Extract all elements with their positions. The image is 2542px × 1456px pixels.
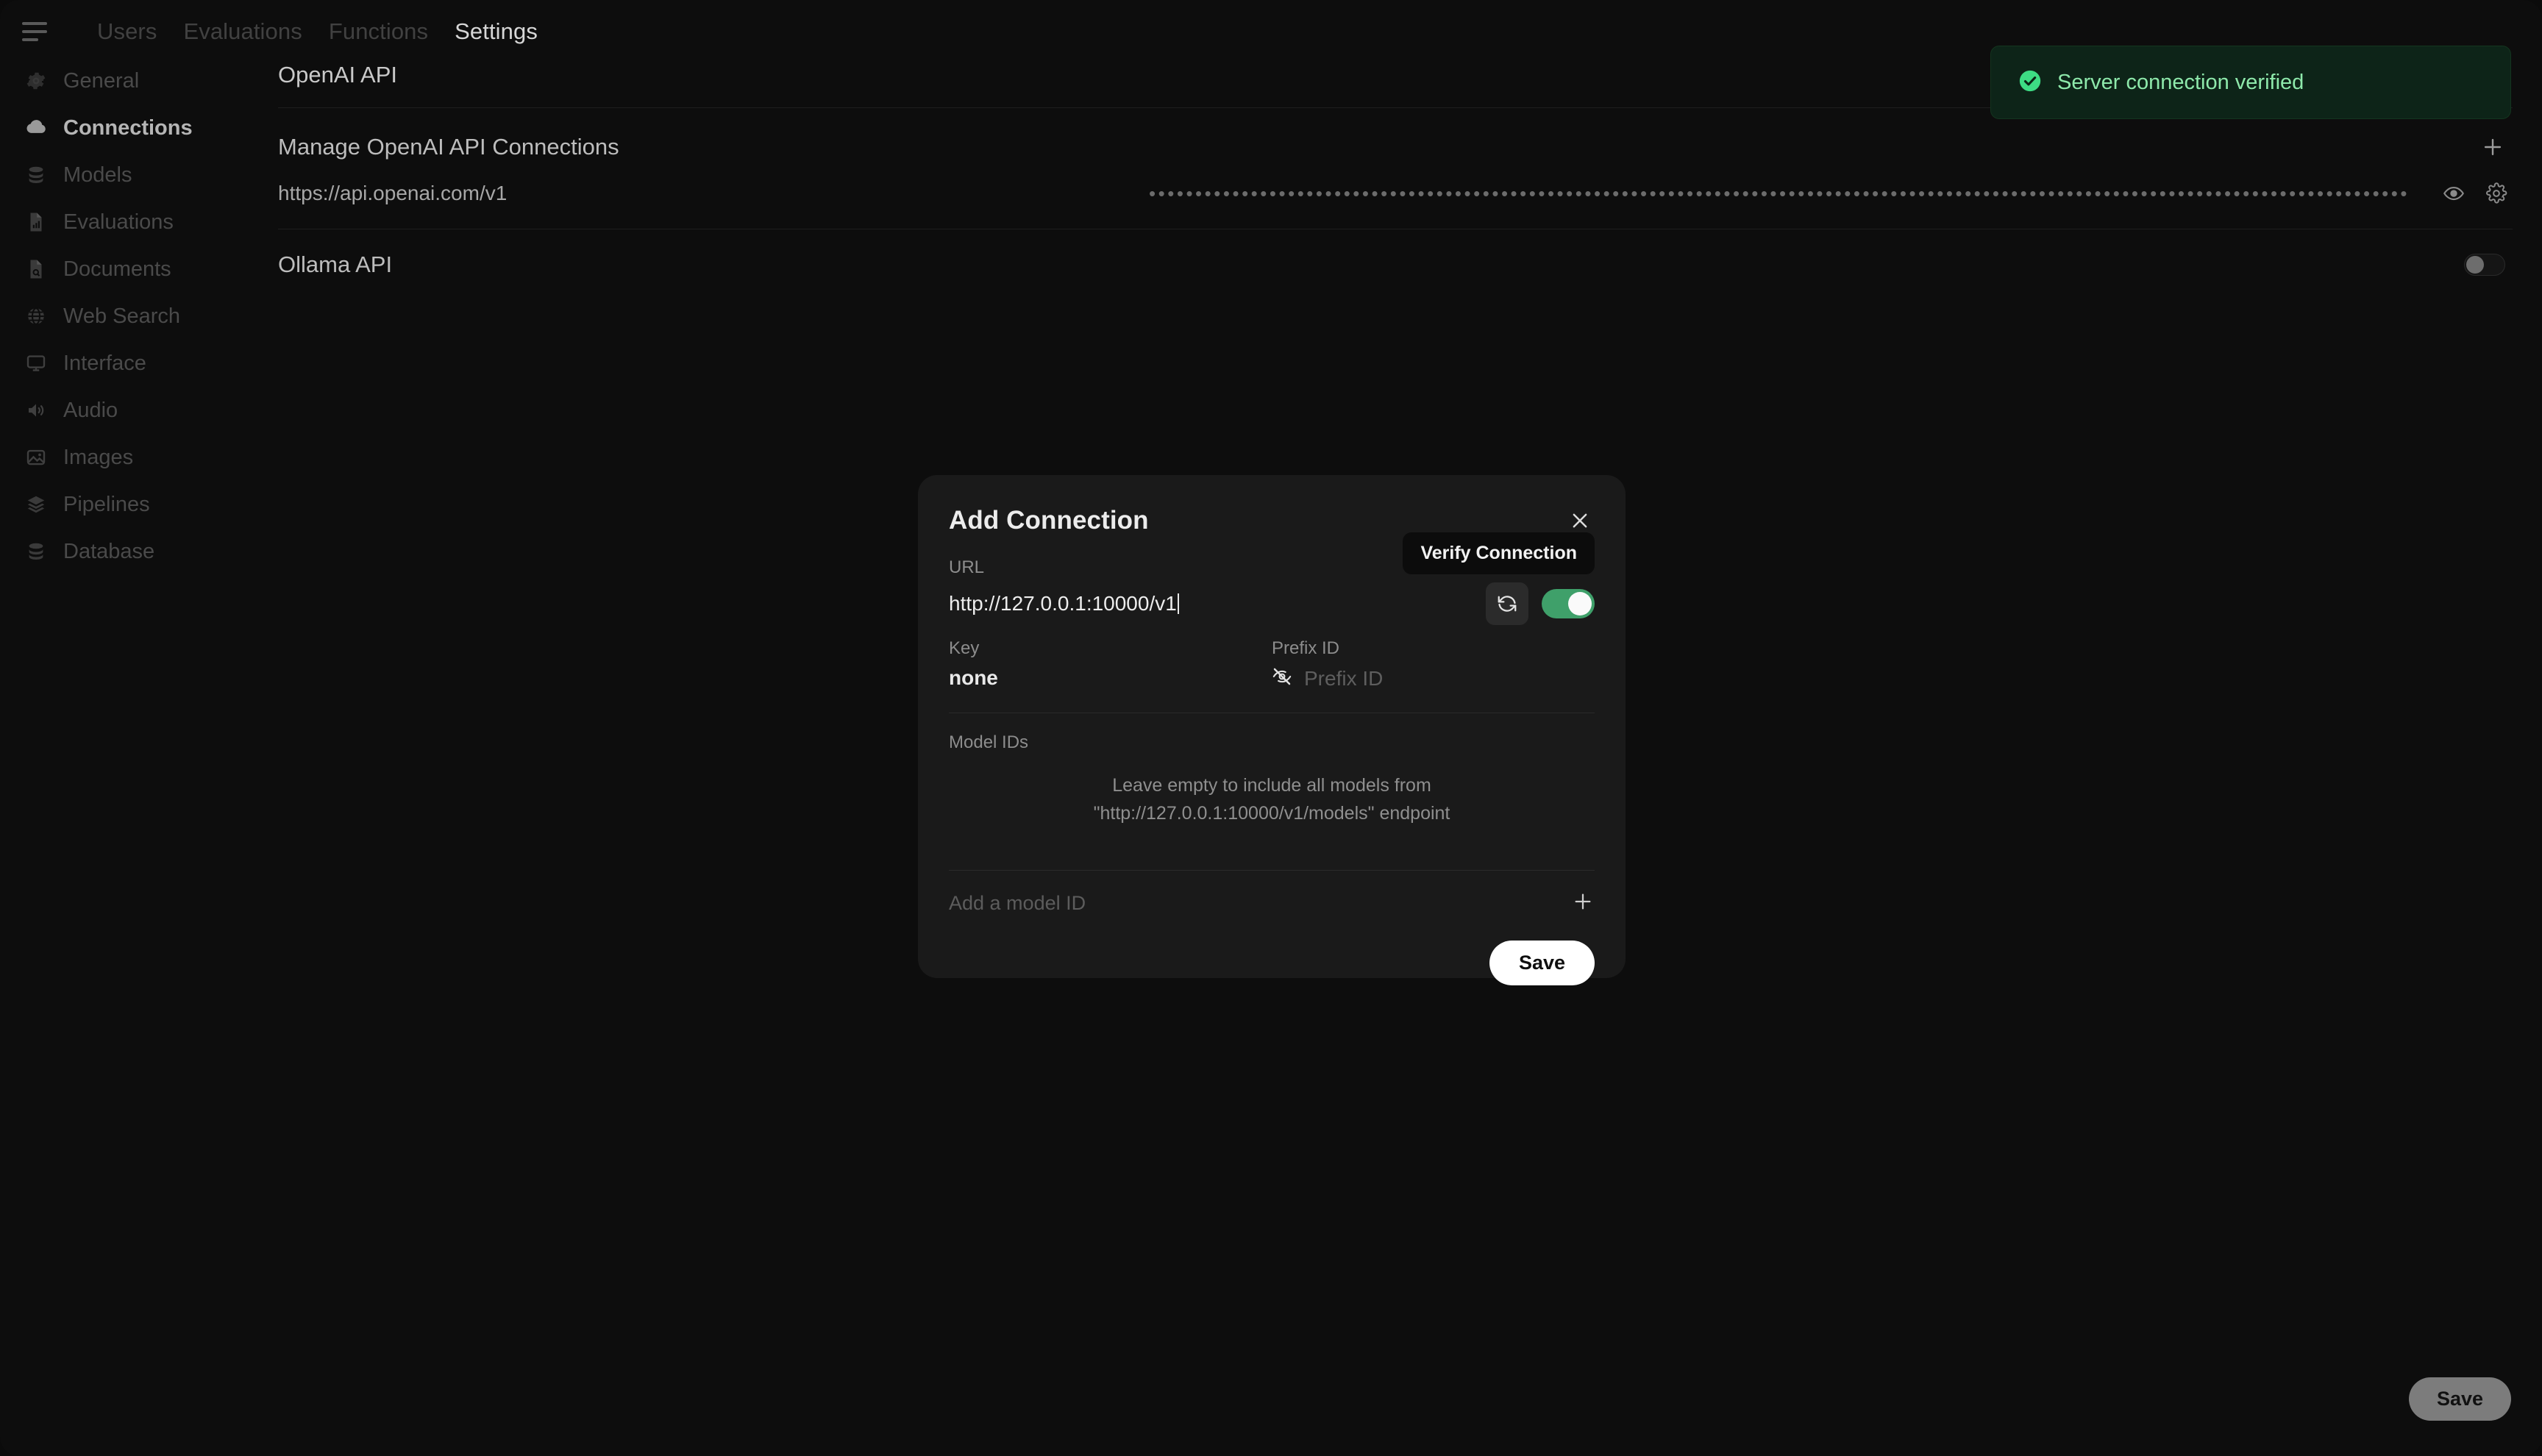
plus-icon[interactable] [2476, 130, 2510, 164]
settings-sidebar: General Connections Models Evaluations D [0, 57, 272, 575]
sidebar-item-label: General [63, 68, 140, 93]
add-connection-modal: Add Connection Verify Connection URL htt… [918, 475, 1626, 985]
layers-icon [25, 493, 47, 515]
manage-openai-title: Manage OpenAI API Connections [278, 134, 619, 160]
modal-footer: Save [949, 924, 1595, 985]
connection-enable-toggle[interactable] [1542, 589, 1595, 618]
url-actions [1486, 582, 1595, 625]
prefix-id-input[interactable]: Prefix ID [1304, 667, 1383, 690]
modal-save-button[interactable]: Save [1489, 941, 1595, 985]
sidebar-item-documents[interactable]: Documents [13, 246, 272, 293]
speaker-icon [25, 399, 47, 421]
app-window: Users Evaluations Functions Settings Gen… [0, 0, 2542, 1456]
ollama-enable-toggle[interactable] [2464, 254, 2505, 276]
manage-openai-connections-section: Manage OpenAI API Connections https://ap… [278, 108, 2513, 229]
image-icon [25, 446, 47, 468]
eye-icon[interactable] [2438, 177, 2470, 210]
page-save-button[interactable]: Save [2408, 1377, 2511, 1421]
check-circle-icon [2018, 68, 2043, 97]
globe-icon [25, 305, 47, 327]
sidebar-item-audio[interactable]: Audio [13, 387, 272, 434]
prefix-id-row: Prefix ID [1272, 666, 1595, 690]
sidebar-item-connections[interactable]: Connections [13, 104, 272, 151]
top-nav: Users Evaluations Functions Settings [84, 18, 551, 45]
sidebar-item-label: Evaluations [63, 210, 174, 234]
sidebar-item-label: Pipelines [63, 492, 150, 516]
sidebar-item-web-search[interactable]: Web Search [13, 293, 272, 340]
doc-search-icon [25, 258, 47, 280]
sidebar-item-label: Models [63, 163, 132, 187]
openai-connection-row: https://api.openai.com/v1 ••••••••••••••… [278, 164, 2513, 229]
hamburger-icon[interactable] [22, 15, 56, 49]
sidebar-item-general[interactable]: General [13, 57, 272, 104]
eye-off-icon[interactable] [1272, 666, 1292, 690]
model-ids-label: Model IDs [949, 732, 1029, 752]
refresh-icon[interactable] [1486, 582, 1528, 625]
text-caret [1177, 593, 1179, 614]
toggle-knob [1568, 592, 1592, 615]
sidebar-item-label: Images [63, 445, 134, 469]
tab-settings[interactable]: Settings [441, 18, 551, 45]
add-model-row: Add a model ID [949, 871, 1595, 924]
sidebar-item-evaluations[interactable]: Evaluations [13, 199, 272, 246]
key-label: Key [949, 638, 980, 658]
sidebar-item-pipelines[interactable]: Pipelines [13, 481, 272, 528]
model-ids-empty-hint: Leave empty to include all models from "… [949, 753, 1595, 848]
gear-icon[interactable] [2480, 177, 2513, 210]
prefix-id-label: Prefix ID [1272, 638, 1340, 658]
url-row: http://127.0.0.1:10000/v1 [949, 582, 1595, 625]
add-model-id-input[interactable]: Add a model ID [949, 892, 1086, 915]
modal-title: Add Connection [949, 506, 1149, 535]
gear-icon [25, 70, 47, 92]
key-column: Key none [949, 638, 1272, 690]
ollama-api-section: Ollama API [278, 229, 2513, 278]
sidebar-item-label: Web Search [63, 304, 181, 328]
tab-users[interactable]: Users [84, 18, 170, 45]
manage-openai-header: Manage OpenAI API Connections [278, 130, 2513, 164]
prefix-id-column: Prefix ID Prefix ID [1272, 638, 1595, 690]
key-prefix-row: Key none Prefix ID Prefix ID [949, 638, 1595, 690]
empty-hint-line-2: "http://127.0.0.1:10000/v1/models" endpo… [1093, 802, 1450, 824]
chart-doc-icon [25, 211, 47, 233]
tab-evaluations[interactable]: Evaluations [170, 18, 315, 45]
empty-hint-line-1: Leave empty to include all models from [1112, 775, 1431, 796]
sidebar-item-interface[interactable]: Interface [13, 340, 272, 387]
sidebar-item-label: Audio [63, 398, 118, 422]
url-input[interactable]: http://127.0.0.1:10000/v1 [949, 592, 1179, 615]
cloud-icon [25, 117, 47, 139]
key-input[interactable]: none [949, 666, 1272, 690]
ollama-api-title: Ollama API [278, 251, 393, 277]
sidebar-item-label: Connections [63, 115, 193, 140]
connection-url[interactable]: https://api.openai.com/v1 [278, 182, 507, 205]
database-icon [25, 540, 47, 563]
plus-icon[interactable] [1571, 890, 1595, 917]
toast-notification: Server connection verified [1990, 46, 2511, 119]
sidebar-item-models[interactable]: Models [13, 151, 272, 199]
api-key-masked-field[interactable]: ••••••••••••••••••••••••••••••••••••••••… [533, 182, 2410, 205]
sidebar-item-label: Database [63, 539, 155, 563]
sidebar-item-database[interactable]: Database [13, 528, 272, 575]
sidebar-item-label: Documents [63, 257, 171, 281]
monitor-icon [25, 352, 47, 374]
sidebar-item-label: Interface [63, 351, 146, 375]
verify-connection-tooltip: Verify Connection [1403, 532, 1595, 574]
close-icon[interactable] [1565, 506, 1595, 535]
toggle-knob [2466, 256, 2484, 274]
toast-message: Server connection verified [2057, 70, 2304, 94]
sidebar-item-images[interactable]: Images [13, 434, 272, 481]
tab-functions[interactable]: Functions [316, 18, 441, 45]
url-input-value: http://127.0.0.1:10000/v1 [949, 592, 1177, 615]
database-icon [25, 164, 47, 186]
